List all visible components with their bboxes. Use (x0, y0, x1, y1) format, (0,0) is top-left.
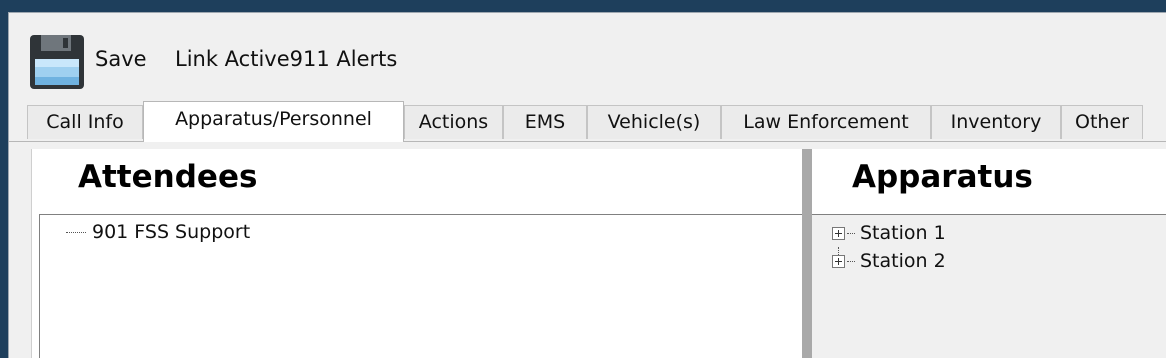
toolbar: Save Link Active911 Alerts (9, 13, 1166, 101)
tab-vehicles[interactable]: Vehicle(s) (587, 105, 721, 139)
save-button[interactable]: Save (95, 47, 147, 71)
app-window: Save Link Active911 Alerts Call Info App… (8, 12, 1166, 358)
attendee-label: 901 FSS Support (92, 221, 251, 243)
tab-ems[interactable]: EMS (503, 105, 587, 139)
apparatus-title: Apparatus (852, 159, 1033, 195)
tab-other[interactable]: Other (1061, 105, 1143, 139)
apparatus-tree[interactable]: Station 1 Station 2 (812, 214, 1166, 358)
pane-splitter[interactable] (802, 149, 812, 358)
apparatus-item-station-2[interactable]: Station 2 (832, 250, 946, 272)
save-icon[interactable] (28, 33, 86, 91)
apparatus-item-station-1[interactable]: Station 1 (832, 222, 946, 244)
attendee-item[interactable]: 901 FSS Support (66, 221, 250, 243)
apparatus-item-label: Station 2 (860, 250, 946, 272)
tree-connector (847, 260, 855, 262)
tab-actions[interactable]: Actions (404, 105, 503, 139)
tab-inventory[interactable]: Inventory (931, 105, 1061, 139)
link-active911-alerts-button[interactable]: Link Active911 Alerts (175, 47, 397, 71)
apparatus-item-label: Station 1 (860, 222, 946, 244)
tab-content: Attendees 901 FSS Support Apparatus Stat… (31, 149, 1166, 358)
tab-bar: Call Info Apparatus/Personnel Actions EM… (9, 101, 1166, 142)
tree-connector (66, 231, 86, 233)
tab-law-enforcement[interactable]: Law Enforcement (721, 105, 931, 139)
attendees-title: Attendees (78, 159, 258, 195)
tab-call-info[interactable]: Call Info (27, 105, 143, 139)
attendees-tree[interactable]: 901 FSS Support (39, 214, 803, 358)
tab-apparatus-personnel[interactable]: Apparatus/Personnel (143, 101, 404, 142)
expand-icon[interactable] (832, 254, 845, 268)
expand-icon[interactable] (832, 226, 845, 240)
tree-connector (847, 232, 855, 234)
